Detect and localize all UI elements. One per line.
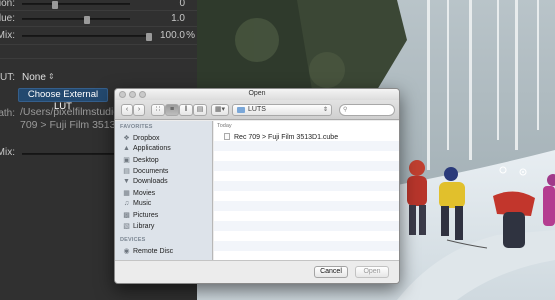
- chevron-left-icon: ‹: [125, 106, 129, 113]
- param-row-mix: Mix: 100.0 %: [0, 30, 197, 44]
- open-button[interactable]: Open: [355, 266, 389, 278]
- file-item[interactable]: Rec 709 > Fuji Film 3513D1.cube: [224, 133, 338, 141]
- divider: [0, 44, 197, 45]
- param-slider[interactable]: [22, 33, 152, 41]
- sidebar-header-devices: DEVICES: [120, 237, 146, 243]
- folder-name: LUTS: [248, 106, 266, 113]
- sidebar-item-movies[interactable]: ▦ Movies: [122, 189, 155, 199]
- desktop-icon: ▣: [123, 157, 130, 164]
- sidebar-item-pictures[interactable]: ▩ Pictures: [122, 211, 158, 221]
- sidebar-item-applications[interactable]: ▲ Applications: [122, 145, 171, 155]
- param-value[interactable]: 100.0: [160, 30, 185, 41]
- documents-icon: ▤: [123, 168, 130, 175]
- sidebar-item-desktop[interactable]: ▣ Desktop: [122, 156, 159, 166]
- lut-select[interactable]: None: [22, 72, 46, 83]
- row-stripe: [214, 221, 399, 231]
- mix-label: Mix:: [0, 147, 15, 158]
- lut-path-line: 709 > Fuji Film 3513D1: [20, 119, 120, 131]
- dialog-title: Open: [248, 90, 266, 97]
- path-label: ath:: [0, 108, 15, 119]
- column-view-button[interactable]: ‖: [179, 104, 193, 116]
- divider: [0, 10, 197, 11]
- row-stripe: [214, 181, 399, 191]
- select-arrows-icon[interactable]: ⇕: [48, 72, 55, 81]
- sidebar-item-label: Dropbox: [133, 135, 160, 142]
- param-label: alue:: [0, 13, 15, 24]
- param-value[interactable]: 1.0: [171, 13, 185, 24]
- param-unit: %: [186, 30, 195, 41]
- disc-icon: ◉: [123, 248, 130, 255]
- open-file-dialog: Open ‹ › ∷ ≡ ‖ ▤ ▦▾ LUTS ⇕ ⚲ FAVORITES ❖…: [114, 88, 400, 284]
- sidebar-item-label: Movies: [133, 190, 156, 197]
- icon-view-button[interactable]: ∷: [151, 104, 165, 116]
- sidebar-item-label: Applications: [133, 145, 171, 152]
- row-stripe: [214, 141, 399, 151]
- slider-knob[interactable]: [146, 33, 152, 41]
- choose-external-lut-button[interactable]: Choose External LUT: [18, 88, 108, 112]
- grid-icon: ∷: [155, 106, 161, 113]
- select-arrows-icon: ⇕: [322, 107, 328, 113]
- search-icon: ⚲: [343, 107, 348, 113]
- folder-icon: [237, 107, 245, 113]
- sidebar-item-music[interactable]: ♫ Music: [122, 200, 151, 210]
- pictures-icon: ▩: [123, 212, 130, 219]
- coverflow-icon: ▤: [196, 106, 204, 113]
- dialog-sidebar: FAVORITES ❖ Dropbox ▲ Applications ▣ Deskto…: [115, 121, 213, 260]
- param-label: ation:: [0, 0, 15, 9]
- sidebar-item-label: Library: [133, 223, 155, 230]
- sidebar-header-favorites: FAVORITES: [120, 124, 153, 130]
- arrange-icon: ▦▾: [214, 106, 226, 113]
- sidebar-item-label: Music: [133, 200, 152, 207]
- coverflow-view-button[interactable]: ▤: [193, 104, 207, 116]
- sidebar-item-label: Pictures: [133, 212, 159, 219]
- section-header-today: Today: [217, 123, 232, 129]
- columns-icon: ‖: [184, 106, 188, 113]
- folder-popup[interactable]: LUTS ⇕: [232, 104, 332, 116]
- row-stripe: [214, 161, 399, 171]
- music-icon: ♫: [123, 200, 130, 207]
- dialog-button-bar: Cancel Open: [115, 260, 399, 283]
- arrange-button[interactable]: ▦▾: [211, 104, 229, 116]
- sidebar-item-label: Downloads: [133, 178, 168, 185]
- applications-icon: ▲: [123, 145, 130, 152]
- document-icon: [224, 133, 230, 140]
- slider-knob[interactable]: [52, 1, 58, 9]
- param-value[interactable]: 0: [179, 0, 185, 9]
- sidebar-item-library[interactable]: ▧ Library: [122, 222, 154, 232]
- list-icon: ≡: [169, 106, 175, 113]
- chevron-right-icon: ›: [137, 106, 141, 113]
- row-stripe: [214, 241, 399, 251]
- back-button[interactable]: ‹: [121, 104, 133, 116]
- sidebar-item-dropbox[interactable]: ❖ Dropbox: [122, 134, 159, 144]
- divider: [0, 58, 197, 59]
- param-row-value: alue: 1.0: [0, 13, 197, 27]
- file-list: Today Rec 709 > Fuji Film 3513D1.cube: [214, 121, 399, 260]
- sidebar-item-label: Documents: [133, 168, 169, 175]
- divider: [0, 26, 197, 27]
- sidebar-item-documents[interactable]: ▤ Documents: [122, 167, 168, 177]
- forward-button[interactable]: ›: [133, 104, 145, 116]
- param-label: Mix:: [0, 30, 15, 41]
- search-field[interactable]: ⚲: [339, 104, 395, 116]
- row-stripe: [214, 201, 399, 211]
- cancel-button[interactable]: Cancel: [314, 266, 348, 278]
- param-slider[interactable]: [22, 16, 130, 24]
- movies-icon: ▦: [123, 190, 130, 197]
- lut-path-line: /Users/pixelfilmstudios: [20, 106, 120, 118]
- dropbox-icon: ❖: [123, 135, 130, 142]
- sidebar-item-downloads[interactable]: ▼ Downloads: [122, 178, 168, 188]
- lut-label: LUT:: [0, 72, 15, 83]
- dialog-titlebar: Open: [115, 89, 399, 100]
- sidebar-item-remote-disc[interactable]: ◉ Remote Disc: [122, 247, 173, 257]
- dialog-toolbar: ‹ › ∷ ≡ ‖ ▤ ▦▾ LUTS ⇕ ⚲: [115, 100, 399, 120]
- slider-knob[interactable]: [84, 16, 90, 24]
- downloads-icon: ▼: [123, 178, 130, 185]
- param-slider[interactable]: [22, 1, 130, 9]
- library-icon: ▧: [123, 223, 130, 230]
- sidebar-item-label: Remote Disc: [133, 248, 174, 255]
- list-view-button[interactable]: ≡: [165, 104, 179, 116]
- file-name: Rec 709 > Fuji Film 3513D1.cube: [234, 134, 339, 141]
- lut-path: /Users/pixelfilmstudios 709 > Fuji Film …: [20, 106, 120, 132]
- sidebar-item-label: Desktop: [133, 157, 159, 164]
